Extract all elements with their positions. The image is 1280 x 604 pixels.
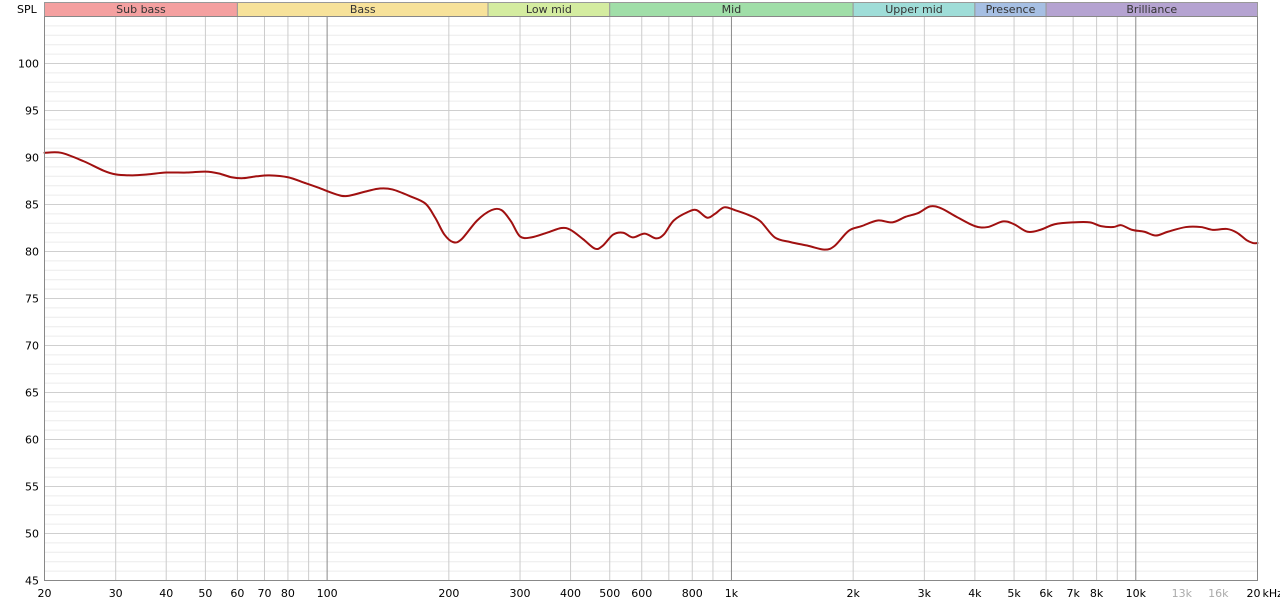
- frequency-response-chart: SPL Sub bass Bass Low mid Mid Upper mid Prese…: [17, 2, 1280, 600]
- x-tick-label: 10k: [1126, 587, 1147, 600]
- band-label-upper-mid: Upper mid: [885, 3, 943, 16]
- y-tick-label: 60: [25, 434, 39, 447]
- x-tick-label: 13k: [1172, 587, 1193, 600]
- frequency-band-header: Sub bass Bass Low mid Mid Upper mid Presence B…: [44, 2, 1258, 17]
- x-tick-label: 20: [38, 587, 52, 600]
- x-tick-label: 2k: [846, 587, 860, 600]
- x-tick-label: 200: [438, 587, 459, 600]
- x-tick-label: 1k: [725, 587, 739, 600]
- y-tick-label: 85: [25, 199, 39, 212]
- y-tick-label: 100: [18, 58, 39, 71]
- x-tick-label: 70: [257, 587, 271, 600]
- x-tick-label: 6k: [1039, 587, 1053, 600]
- x-tick-label: 7k: [1066, 587, 1080, 600]
- y-tick-label: 80: [25, 246, 39, 259]
- x-tick-label: 3k: [918, 587, 932, 600]
- x-unit-label: kHz: [1263, 587, 1280, 600]
- y-tick-label: 95: [25, 105, 39, 118]
- y-axis-ticks: 45 50 55 60 65 70 75 80 85 90 95 100: [18, 58, 39, 588]
- x-tick-label: 16k: [1208, 587, 1229, 600]
- band-label-presence: Presence: [986, 3, 1036, 16]
- x-tick-label: 8k: [1090, 587, 1104, 600]
- y-tick-label: 45: [25, 575, 39, 588]
- chart-grid: [44, 16, 1258, 581]
- x-tick-label: 100: [317, 587, 338, 600]
- y-tick-label: 70: [25, 340, 39, 353]
- x-tick-label: 800: [682, 587, 703, 600]
- x-tick-label: 400: [560, 587, 581, 600]
- x-tick-label: 60: [230, 587, 244, 600]
- band-label-low-mid: Low mid: [526, 3, 572, 16]
- y-axis-label: SPL: [17, 3, 38, 16]
- band-label-sub-bass: Sub bass: [116, 3, 166, 16]
- y-tick-label: 55: [25, 481, 39, 494]
- x-tick-label: 4k: [968, 587, 982, 600]
- x-tick-label: 500: [599, 587, 620, 600]
- x-tick-label: 80: [281, 587, 295, 600]
- x-tick-label: 600: [631, 587, 652, 600]
- band-label-bass: Bass: [350, 3, 376, 16]
- x-tick-label: 20: [1247, 587, 1261, 600]
- x-tick-label: 40: [159, 587, 173, 600]
- y-tick-label: 90: [25, 152, 39, 165]
- x-tick-label: 300: [510, 587, 531, 600]
- x-axis-ticks: 20 30 40 50 60 70 80 100 200 300 400 500 600 800 1k 2k 3…: [38, 587, 1280, 600]
- x-tick-label: 30: [109, 587, 123, 600]
- x-tick-label: 50: [198, 587, 212, 600]
- band-label-brilliance: Brilliance: [1126, 3, 1177, 16]
- y-tick-label: 50: [25, 528, 39, 541]
- x-tick-label: 5k: [1007, 587, 1021, 600]
- y-tick-label: 65: [25, 387, 39, 400]
- y-tick-label: 75: [25, 293, 39, 306]
- band-label-mid: Mid: [722, 3, 742, 16]
